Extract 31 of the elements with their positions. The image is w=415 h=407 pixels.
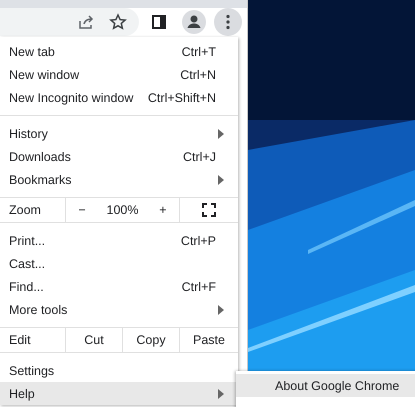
star-icon[interactable]: [109, 13, 127, 31]
menu-item[interactable]: Help: [0, 382, 238, 405]
menu-item[interactable]: Settings: [0, 359, 238, 382]
menu-item[interactable]: Find... Ctrl+F: [0, 275, 238, 298]
menu-item[interactable]: Downloads Ctrl+J: [0, 145, 238, 168]
address-bar[interactable]: [0, 8, 139, 36]
menu-item[interactable]: New tab Ctrl+T: [0, 40, 238, 63]
menu-item[interactable]: Bookmarks: [0, 168, 238, 191]
shortcut-text: Ctrl+T: [182, 44, 216, 58]
side-panel-icon[interactable]: [151, 14, 167, 30]
profile-icon[interactable]: [182, 10, 206, 34]
menu-item[interactable]: Cast...: [0, 252, 238, 275]
zoom-label: Zoom: [8, 202, 42, 219]
shortcut-text: Ctrl+N: [180, 68, 216, 82]
shortcut-text: Ctrl+J: [183, 150, 216, 164]
menu-item[interactable]: History: [0, 122, 238, 145]
zoom-out-button[interactable]: −: [74, 203, 90, 217]
zoom-level: 100%: [106, 203, 138, 217]
menu-item[interactable]: New Incognito window Ctrl+Shift+N: [0, 86, 238, 109]
zoom-in-button[interactable]: +: [155, 203, 171, 217]
menu-item[interactable]: New window Ctrl+N: [0, 63, 238, 86]
menu-item[interactable]: Print... Ctrl+P: [0, 229, 238, 252]
shortcut-text: Ctrl+P: [180, 234, 216, 248]
fullscreen-icon[interactable]: [202, 203, 216, 217]
shortcut-text: Ctrl+F: [182, 280, 216, 294]
shortcut-text: Ctrl+Shift+N: [148, 90, 216, 104]
menu-item[interactable]: About Google Chrome: [236, 374, 415, 397]
menu-icon[interactable]: [214, 8, 242, 36]
share-icon[interactable]: [77, 13, 95, 31]
edit-label: Edit: [8, 332, 32, 349]
menu-item[interactable]: More tools: [0, 298, 238, 321]
